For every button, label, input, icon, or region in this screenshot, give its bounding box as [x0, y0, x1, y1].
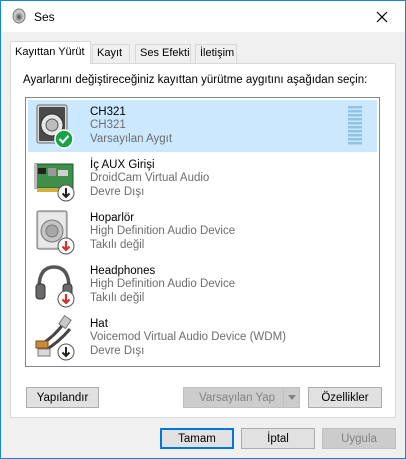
device-name: İç AUX Girişi [90, 159, 155, 171]
device-status: Takılı değil [90, 291, 145, 304]
device-status: Varsayılan Aygıt [90, 132, 173, 145]
default-check-icon [54, 129, 74, 149]
device-item-ch321[interactable]: CH321 CH321 Varsayılan Aygıt [28, 100, 377, 152]
set-default-button[interactable]: Varsayılan Yap [183, 387, 300, 408]
sound-card-icon [34, 163, 75, 202]
tab-playback[interactable]: Kayıttan Yürüt [10, 41, 91, 64]
device-name: CH321 [90, 106, 126, 118]
speaker-icon [36, 210, 75, 255]
ok-button[interactable]: Tamam [160, 428, 234, 449]
device-item-speaker[interactable]: Hoparlör High Definition Audio Device Ta… [28, 206, 377, 258]
chevron-down-icon [287, 395, 296, 400]
device-text: Hoparlör High Definition Audio Device Ta… [90, 212, 235, 252]
speaker-app-icon [12, 8, 26, 24]
playback-panel: Ayarlarını değiştireceğiniz kayıttan yür… [10, 63, 396, 418]
device-name: Hoparlör [90, 212, 135, 224]
device-description: High Definition Audio Device [90, 225, 236, 238]
device-text: Headphones High Definition Audio Device … [90, 265, 235, 305]
device-status: Devre Dışı [90, 185, 145, 198]
device-description: High Definition Audio Device [90, 278, 236, 291]
volume-level-meter [348, 106, 362, 145]
device-name: Hat [90, 318, 108, 330]
tab-recording[interactable]: Kayıt [92, 44, 130, 63]
device-item-line[interactable]: Hat Voicemod Virtual Audio Device (WDM) … [28, 312, 377, 364]
close-button[interactable] [359, 1, 405, 32]
properties-button[interactable]: Özellikler [308, 387, 382, 408]
configure-button[interactable]: Yapılandır [26, 387, 99, 408]
apply-button[interactable]: Uygula [322, 428, 396, 449]
device-text: CH321 CH321 Varsayılan Aygıt [90, 106, 172, 146]
device-text: İç AUX Girişi DroidCam Virtual Audio Dev… [90, 159, 209, 199]
device-list[interactable]: CH321 CH321 Varsayılan Aygıt İç AUX Giri… [25, 97, 380, 367]
close-icon [376, 11, 388, 22]
set-default-dropdown[interactable] [283, 388, 299, 407]
cable-jack-icon [35, 315, 75, 361]
device-item-aux[interactable]: İç AUX Girişi DroidCam Virtual Audio Dev… [28, 153, 377, 205]
title-bar: Ses [1, 1, 405, 32]
window-title: Ses [34, 10, 55, 24]
speaker-icon [36, 104, 74, 149]
device-text: Hat Voicemod Virtual Audio Device (WDM) … [90, 318, 286, 358]
device-description: Voicemod Virtual Audio Device (WDM) [90, 331, 286, 344]
tab-sound-effects[interactable]: Ses Efekti [135, 44, 191, 63]
device-description: CH321 [90, 119, 126, 132]
tab-communication[interactable]: İletişim [195, 44, 237, 63]
instruction-text: Ayarlarını değiştireceğiniz kayıttan yür… [23, 74, 368, 86]
sound-dialog: Ses Kayıttan Yürüt Kayıt Ses Efekti İlet… [0, 0, 406, 459]
device-item-headphones[interactable]: Headphones High Definition Audio Device … [28, 259, 377, 311]
cancel-button[interactable]: İptal [241, 428, 315, 449]
set-default-label: Varsayılan Yap [199, 391, 276, 404]
device-name: Headphones [90, 265, 156, 277]
device-status: Takılı değil [90, 238, 145, 251]
device-description: DroidCam Virtual Audio [90, 172, 210, 185]
device-status: Devre Dışı [90, 344, 145, 357]
headphones-icon [35, 265, 75, 308]
